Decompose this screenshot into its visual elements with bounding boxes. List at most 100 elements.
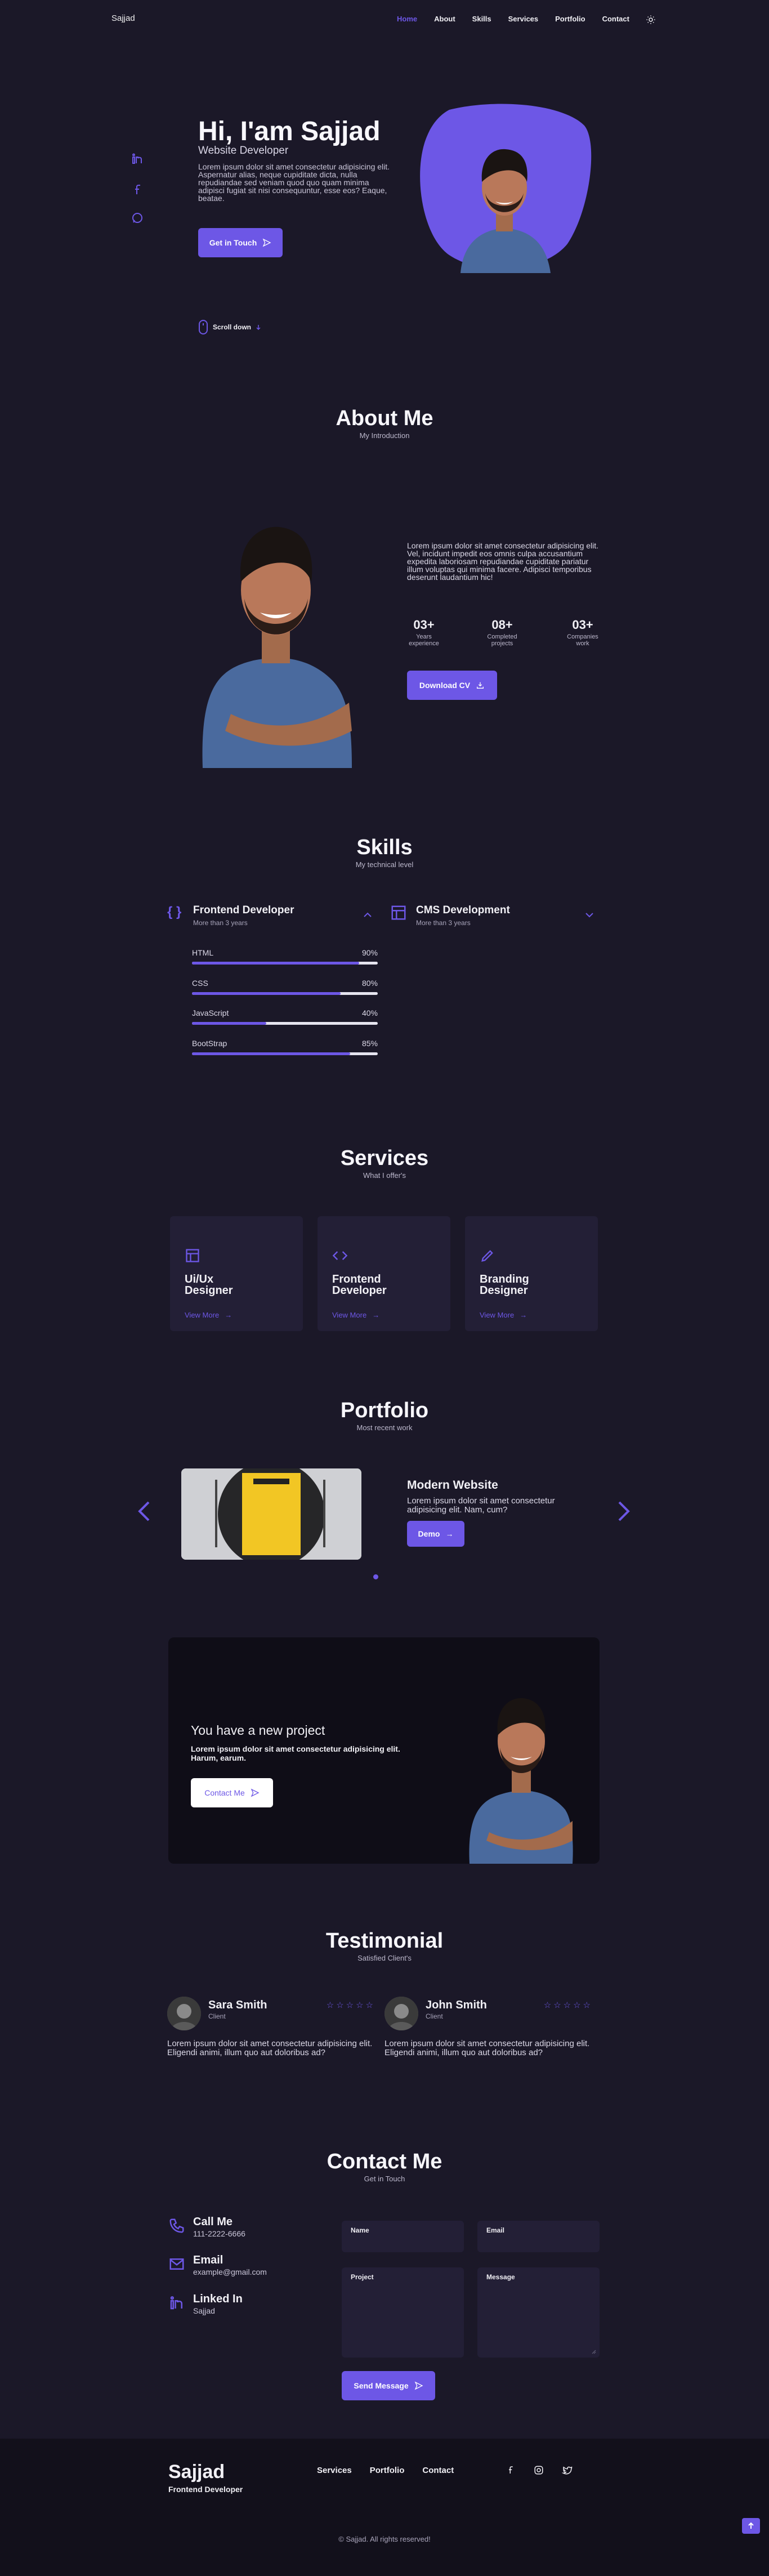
portfolio-title: Portfolio — [340, 1399, 429, 1422]
about-description: Lorem ipsum dolor sit amet consectetur a… — [407, 541, 599, 582]
facebook-icon[interactable] — [506, 2465, 516, 2475]
linkedin-icon[interactable] — [131, 152, 144, 166]
service-title-line: Designer — [185, 1284, 233, 1297]
view-more-link[interactable]: View More → — [185, 1311, 232, 1319]
send-message-label: Send Message — [354, 2381, 409, 2390]
chevron-down-icon[interactable] — [585, 912, 594, 919]
skill-group-cms[interactable]: CMS Development More than 3 years — [390, 904, 600, 927]
service-title-line: Developer — [332, 1284, 387, 1297]
twitter-icon[interactable] — [562, 2465, 573, 2475]
stat-label: Completed — [487, 633, 517, 640]
slider-dot[interactable] — [373, 1574, 378, 1579]
skill-group-title: Frontend Developer — [193, 904, 294, 916]
whatsapp-icon[interactable] — [131, 211, 144, 225]
skill-track — [192, 1022, 378, 1025]
chevron-right-icon[interactable] — [616, 1500, 632, 1523]
linkedin-icon — [170, 2296, 182, 2310]
mail-icon — [169, 2258, 184, 2270]
skill-bar-css: CSS 80% — [192, 979, 378, 995]
skill-fill — [192, 1022, 266, 1025]
mouse-icon — [199, 320, 208, 334]
demo-label: Demo — [418, 1529, 440, 1538]
contact-title: Contact Me — [327, 2150, 442, 2173]
contact-info-value: Sajjad — [193, 2306, 215, 2315]
testimonial-name: Sara Smith — [208, 1999, 267, 2011]
footer-link-services[interactable]: Services — [317, 2466, 352, 2475]
sun-icon[interactable] — [646, 15, 656, 25]
layout-icon — [391, 905, 406, 920]
project-portrait — [469, 1698, 573, 1864]
hero-title: Hi, I'am Sajjad — [198, 117, 381, 146]
name-field[interactable]: Name — [342, 2221, 464, 2252]
download-cv-button[interactable]: Download CV — [407, 671, 497, 700]
testimonial-role: Client — [426, 2012, 443, 2020]
skill-group-frontend[interactable]: { } Frontend Developer More than 3 years — [167, 904, 375, 927]
footer-name: Sajjad — [168, 2461, 225, 2483]
facebook-icon[interactable] — [131, 183, 144, 197]
view-more-link[interactable]: View More → — [480, 1311, 527, 1319]
portfolio-image — [181, 1468, 361, 1560]
chevron-up-icon[interactable] — [363, 911, 372, 918]
arrow-right-icon: → — [225, 1311, 233, 1319]
send-icon — [251, 1788, 260, 1797]
scroll-up-button[interactable] — [742, 2518, 760, 2534]
nav-contact[interactable]: Contact — [602, 15, 629, 23]
footer — [0, 2439, 769, 2576]
get-in-touch-label: Get in Touch — [209, 238, 257, 247]
nav-skills[interactable]: Skills — [472, 15, 491, 23]
testimonial-text: Lorem ipsum dolor sit amet consectetur a… — [167, 2039, 373, 2057]
stat-projects: 08+ Completed projects — [480, 618, 525, 647]
arrow-right-icon: → — [372, 1311, 380, 1319]
demo-button[interactable]: Demo → — [407, 1521, 464, 1547]
nav-services[interactable]: Services — [508, 15, 539, 23]
contact-me-button[interactable]: Contact Me — [191, 1778, 273, 1807]
about-portrait — [202, 526, 352, 768]
skill-track — [192, 962, 378, 965]
testimonial-name: John Smith — [426, 1999, 487, 2011]
service-title-line: Designer — [480, 1284, 528, 1297]
hero-subtitle: Website Developer — [198, 145, 289, 157]
project-field[interactable]: Project — [342, 2267, 464, 2358]
get-in-touch-button[interactable]: Get in Touch — [198, 228, 283, 257]
send-message-button[interactable]: Send Message — [342, 2371, 435, 2400]
stat-number: 03+ — [572, 618, 593, 632]
footer-link-contact[interactable]: Contact — [422, 2466, 454, 2475]
email-field[interactable]: Email — [477, 2221, 600, 2252]
nav-portfolio[interactable]: Portfolio — [555, 15, 585, 23]
skill-percent: 85% — [361, 1039, 378, 1048]
nav-home[interactable]: Home — [397, 15, 417, 23]
header: Sajjad Home About Skills Services Portfo… — [0, 0, 769, 39]
instagram-icon[interactable] — [534, 2465, 544, 2475]
about-title: About Me — [336, 407, 433, 430]
contact-info-title: Email — [193, 2254, 223, 2266]
resize-handle-icon[interactable] — [591, 2349, 596, 2354]
testimonial-text: Lorem ipsum dolor sit amet consectetur a… — [384, 2039, 590, 2057]
contact-info-value: 111-2222-6666 — [193, 2229, 245, 2238]
service-card-frontend: Frontend Developer View More → — [318, 1216, 450, 1331]
stat-years: 03+ Years experience — [401, 618, 446, 647]
skill-name: BootStrap — [192, 1039, 227, 1048]
logo[interactable]: Sajjad — [111, 14, 135, 23]
scroll-down-link[interactable]: Scroll down — [198, 320, 261, 334]
contact-subtitle: Get in Touch — [364, 2175, 405, 2183]
skills-subtitle: My technical level — [355, 860, 414, 869]
chevron-left-icon[interactable] — [136, 1500, 152, 1523]
skill-group-sub: More than 3 years — [416, 919, 471, 927]
skill-group-title: CMS Development — [416, 904, 510, 916]
stat-label: projects — [491, 640, 513, 647]
avatar — [384, 1997, 418, 2030]
message-label: Message — [486, 2273, 515, 2281]
view-more-link[interactable]: View More → — [332, 1311, 379, 1319]
skill-bar-html: HTML 90% — [192, 948, 378, 965]
message-field[interactable]: Message — [477, 2267, 600, 2358]
star-rating: ☆☆☆☆☆ — [326, 2001, 375, 2010]
phone-icon — [169, 2218, 184, 2233]
stat-label: Companies — [567, 633, 598, 640]
skill-percent: 90% — [361, 948, 378, 957]
footer-link-portfolio[interactable]: Portfolio — [370, 2466, 405, 2475]
services-title: Services — [340, 1146, 429, 1170]
skills-title: Skills — [356, 836, 413, 859]
testimonial-title: Testimonial — [325, 1929, 444, 1953]
project-label: Project — [351, 2273, 374, 2281]
nav-about[interactable]: About — [434, 15, 455, 23]
